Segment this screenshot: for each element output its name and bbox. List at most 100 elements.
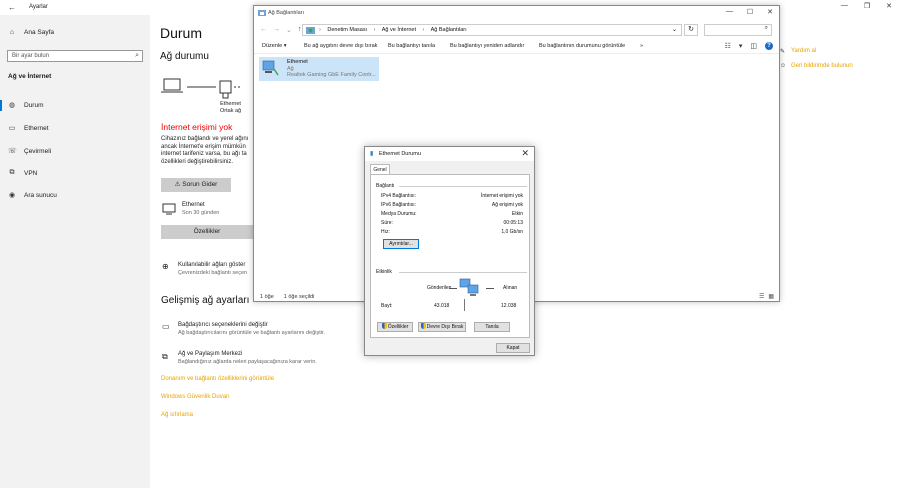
ethernet-summary: Ethernet Son 30 günden (182, 201, 219, 217)
proxy-icon: ◉ (8, 192, 16, 199)
more-button[interactable]: » (640, 43, 643, 49)
status-description: Cihazınız bağlandı ve yerel ağını ancak … (161, 136, 248, 166)
ethernet-status-dialog: ▮ Ethernet Durumu ✕ Genel Bağlantı IPv4 … (364, 146, 535, 356)
large-icons-view-icon[interactable]: ▦ (768, 293, 774, 300)
ethernet-monitor-icon (162, 203, 176, 215)
refresh-button[interactable]: ↻ (684, 24, 698, 36)
back-arrow-icon[interactable]: ← (8, 3, 16, 12)
properties-button[interactable]: Özellikler (161, 225, 253, 239)
es-general-panel: Bağlantı IPv4 Bağlantısı: İnternet erişi… (370, 174, 530, 338)
network-sharing-center[interactable]: Ağ ve Paylaşım Merkezi Bağlandığınız ağl… (178, 350, 317, 366)
bytes-sent: 43.018 (434, 303, 450, 309)
desc-line: Cihazınız bağlandı ve yerel ağını (161, 136, 249, 142)
minimize-icon[interactable]: — (726, 8, 733, 16)
rename-button[interactable]: Bu bağlantıyı yeniden adlandır (450, 43, 524, 49)
view-options: ☷ ▾ ◫ ? (725, 42, 773, 50)
row-label: Medya Durumu: (381, 211, 417, 217)
diagnose-button[interactable]: Bu bağlantıyı tanıla (388, 43, 435, 49)
nc-title: Ağ Bağlantıları (268, 10, 305, 16)
change-adapter-options[interactable]: Bağdaştırıcı seçeneklerini değiştir Ağ b… (178, 321, 325, 337)
sidebar-item-durum[interactable]: ◍ Durum (8, 101, 44, 110)
diagram-label: Ethernet Ortak ağ (220, 101, 241, 115)
sharing-sub: Bağlandığınız ağlarda neleri paylaşacağı… (178, 359, 317, 365)
breadcrumb-chevron-icon: › (373, 27, 376, 33)
sharing-title: Ağ ve Paylaşım Merkezi (178, 351, 243, 357)
warning-icon: ⚠ (174, 181, 181, 188)
sidebar-item-dialup[interactable]: ☏ Çevirmeli (8, 147, 51, 156)
recent-icon[interactable]: ⌄ (286, 26, 292, 34)
firewall-link[interactable]: Windows Güvenlik Duvarı (161, 394, 230, 400)
hardware-properties-link[interactable]: Donanım ve bağlantı özelliklerini görünt… (161, 376, 274, 382)
status-row: IPv6 Bağlantısı: Ağ erişimi yok (381, 202, 523, 208)
desc-line: ancak İnternet'e erişim mümkün (161, 143, 246, 150)
up-icon[interactable]: ↑ (298, 26, 302, 34)
sidebar-item-label: VPN (24, 169, 38, 177)
maximize-icon[interactable]: ☐ (747, 8, 753, 16)
help-icon[interactable]: ? (765, 42, 773, 50)
ethernet-adapter-item[interactable]: Ethernet Ağ Realtek Gaming GbE Family Co… (259, 57, 379, 81)
sidebar-item-vpn[interactable]: ⧉ VPN (8, 169, 38, 177)
breadcrumb-item[interactable]: Denetim Masası (327, 27, 367, 33)
organize-button[interactable]: Düzenle ▾ (262, 43, 286, 49)
globe-icon: ◍ (8, 102, 16, 109)
forward-icon[interactable]: → (273, 26, 280, 34)
view-status-button[interactable]: Bu bağlantının durumunu görüntüle (539, 43, 625, 49)
sidebar-item-home[interactable]: ⌂ Ana Sayfa (8, 29, 54, 36)
available-networks-icon: ⊕ (162, 262, 169, 271)
row-value: İnternet erişimi yok (481, 193, 523, 199)
troubleshoot-button[interactable]: ⚠ Sorun Gider (161, 178, 231, 192)
sharing-center-icon: ⧉ (162, 352, 168, 361)
es-title: Ethernet Durumu (379, 151, 421, 157)
breadcrumb-item[interactable]: Ağ ve İnternet (382, 27, 416, 33)
show-available-networks[interactable]: Kullanılabilir ağları göster Çevrenizdek… (178, 261, 247, 277)
close-button[interactable]: Kapat (496, 343, 530, 353)
es-diagnose-button[interactable]: Tanıla (474, 322, 510, 332)
sidebar-item-label: Ana Sayfa (24, 29, 54, 36)
home-icon: ⌂ (9, 29, 15, 36)
es-properties-button[interactable]: Özellikler (377, 322, 413, 332)
disable-button[interactable]: Devre Dışı Bırak (418, 322, 466, 332)
properties-label: Özellikler (387, 324, 409, 330)
feedback-link[interactable]: Geri bildirimde bulunun (791, 63, 853, 69)
network-reset-link[interactable]: Ağ sıfırlama (161, 412, 193, 418)
nc-statusbar: 1 öğe 1 öğe seçildi (260, 294, 314, 300)
breadcrumb-chevron-icon: › (319, 27, 321, 33)
disable-device-button[interactable]: Bu ağ aygıtını devre dışı bırak (304, 43, 377, 49)
nc-titlebar: Ağ Bağlantıları — ☐ ✕ (254, 6, 779, 22)
maximize-icon[interactable]: ❐ (864, 2, 870, 10)
back-icon[interactable]: ← (260, 26, 267, 34)
breadcrumb-item[interactable]: Ağ Bağlantıları (431, 27, 467, 33)
breadcrumb[interactable]: › Denetim Masası › Ağ ve İnternet › Ağ B… (302, 24, 682, 36)
sidebar-section-title: Ağ ve İnternet (8, 73, 52, 80)
item-count: 1 öğe (260, 294, 274, 300)
network-status-icon: ▮ (370, 151, 374, 157)
row-value: Ağ erişimi yok (491, 202, 523, 208)
group-divider (399, 186, 527, 187)
sidebar-item-proxy[interactable]: ◉ Ara sunucu (8, 191, 57, 200)
search-placeholder: Bir ayar bulun (12, 53, 50, 59)
uac-shield-icon (420, 323, 426, 329)
breadcrumb-chevron-icon: › (422, 27, 425, 33)
bytes-label: Bayt: (381, 303, 393, 309)
preview-pane-icon[interactable]: ◫ (750, 42, 757, 50)
network-adapter-icon (262, 60, 279, 76)
desc-line: internet tarifeniz varsa, bu ağı ta (161, 151, 247, 157)
change-view-icon[interactable]: ☷ (725, 42, 731, 50)
chevron-down-icon[interactable]: ⌄ (672, 26, 677, 33)
row-label: IPv6 Bağlantısı: (381, 202, 417, 208)
close-icon[interactable]: ✕ (521, 148, 529, 159)
settings-title: Ayarlar (29, 4, 48, 10)
minimize-icon[interactable]: — (841, 2, 848, 10)
get-help-link[interactable]: Yardım al (791, 48, 816, 54)
settings-search-input[interactable]: Bir ayar bulun ⌕ (7, 50, 143, 62)
close-icon[interactable]: ✕ (886, 2, 892, 10)
close-icon[interactable]: ✕ (767, 8, 773, 16)
nc-search-input[interactable]: ⌕ (704, 24, 772, 36)
es-titlebar: ▮ Ethernet Durumu ✕ (365, 147, 534, 161)
view-dropdown-icon[interactable]: ▾ (739, 42, 743, 50)
row-label: Süre: (381, 220, 393, 226)
details-button[interactable]: Ayrıntılar... (383, 239, 419, 249)
row-value: Etkin (511, 211, 523, 217)
details-view-icon[interactable]: ☰ (759, 293, 764, 300)
sidebar-item-ethernet[interactable]: ▭ Ethernet (8, 124, 49, 133)
